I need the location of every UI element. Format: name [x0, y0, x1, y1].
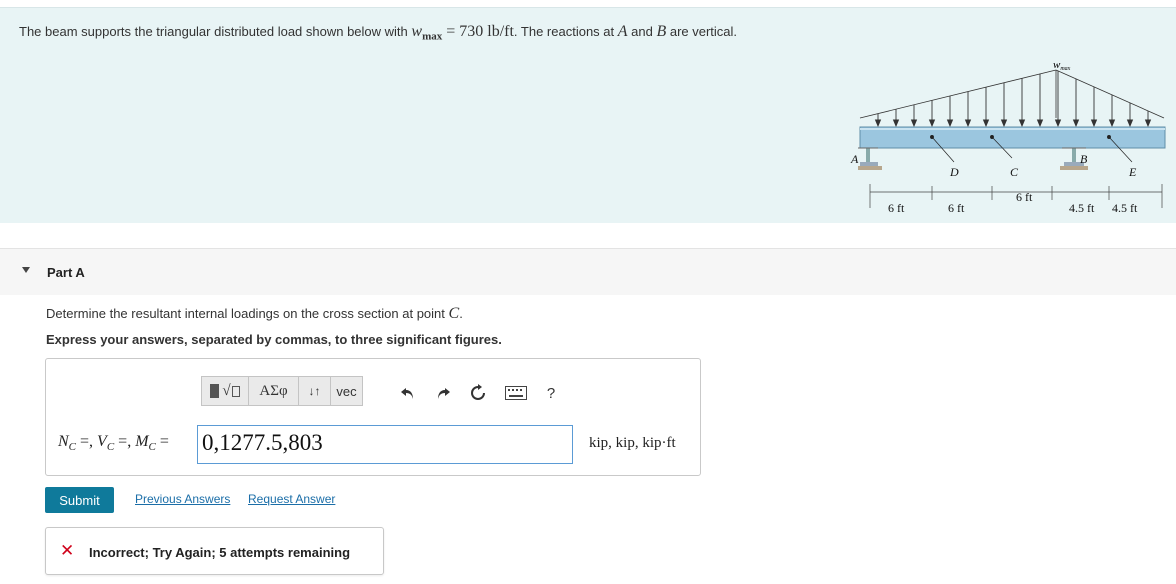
arrows-button[interactable]: ↓↑	[299, 376, 331, 406]
templates-button[interactable]: √	[201, 376, 249, 406]
label-a: A	[850, 152, 859, 166]
dim-2: 6 ft	[948, 201, 965, 215]
beam-figure: wmax A D C B E 6 ft 6 ft 6 ft 4.5 ft 4.5…	[850, 59, 1166, 215]
load-arrow-head	[892, 119, 900, 128]
wmax-label: wmax	[1053, 59, 1071, 72]
label-e: E	[1128, 165, 1137, 179]
load-arrows	[874, 70, 1152, 128]
template-block-icon	[210, 384, 220, 398]
help-icon[interactable]: ?	[541, 383, 561, 403]
incorrect-x-icon: ✕	[60, 541, 75, 560]
dim-5: 4.5 ft	[1112, 201, 1138, 215]
label-b: B	[1080, 152, 1088, 166]
load-arrow-head	[964, 119, 972, 128]
load-arrow-head	[874, 119, 882, 128]
load-arrow-head	[1108, 119, 1116, 128]
answer-input[interactable]: 0,1277.5,803	[197, 425, 573, 464]
feedback-box: ✕ Incorrect; Try Again; 5 attempts remai…	[45, 527, 384, 575]
part-header[interactable]	[0, 249, 1176, 295]
answer-units: kip, kip, kip·ft	[589, 435, 676, 451]
previous-answers-link[interactable]: Previous Answers	[135, 492, 230, 506]
label-d: D	[949, 165, 959, 179]
load-arrow-head	[1000, 119, 1008, 128]
problem-statement-panel: The beam supports the triangular distrib…	[0, 7, 1176, 223]
answer-variable-label: NC =, VC =, MC =	[58, 433, 169, 454]
load-arrow-head	[1054, 119, 1062, 128]
load-arrow-head	[1072, 119, 1080, 128]
load-arrow-head	[1144, 119, 1152, 128]
submit-button[interactable]: Submit	[45, 487, 114, 513]
template-box-icon	[231, 385, 240, 397]
reset-icon[interactable]	[468, 383, 488, 403]
undo-icon[interactable]	[398, 383, 418, 403]
label-c: C	[1010, 165, 1019, 179]
instruction-text: Express your answers, separated by comma…	[46, 332, 502, 347]
dim-4: 4.5 ft	[1069, 201, 1095, 215]
load-arrow-head	[928, 119, 936, 128]
dim-3: 6 ft	[1016, 190, 1033, 204]
load-arrow-head	[946, 119, 954, 128]
feedback-message: Incorrect; Try Again; 5 attempts remaini…	[89, 545, 351, 560]
toolbar-group: √ ΑΣφ ↓↑ vec	[201, 376, 363, 408]
load-triangle	[859, 69, 1165, 119]
load-arrow-head	[1018, 119, 1026, 128]
load-arrow-head	[910, 119, 918, 128]
load-arrow-head	[982, 119, 990, 128]
beam	[859, 126, 1166, 149]
support-a	[858, 147, 882, 170]
dim-1: 6 ft	[888, 201, 905, 215]
load-arrow-head	[1090, 119, 1098, 128]
load-arrow-head	[1036, 119, 1044, 128]
redo-icon[interactable]	[433, 383, 453, 403]
keyboard-icon[interactable]	[504, 383, 528, 403]
answer-box: √ ΑΣφ ↓↑ vec ? NC =, VC =, MC = 0,1277.5…	[45, 358, 701, 476]
load-arrow-head	[1126, 119, 1134, 128]
greek-button[interactable]: ΑΣφ	[249, 376, 299, 406]
collapse-caret-icon[interactable]	[22, 267, 30, 273]
part-title[interactable]: Part A	[47, 265, 85, 280]
vec-button[interactable]: vec	[331, 376, 363, 406]
request-answer-link[interactable]: Request Answer	[248, 492, 335, 506]
question-text: Determine the resultant internal loading…	[46, 305, 463, 322]
problem-text: The beam supports the triangular distrib…	[19, 23, 738, 43]
